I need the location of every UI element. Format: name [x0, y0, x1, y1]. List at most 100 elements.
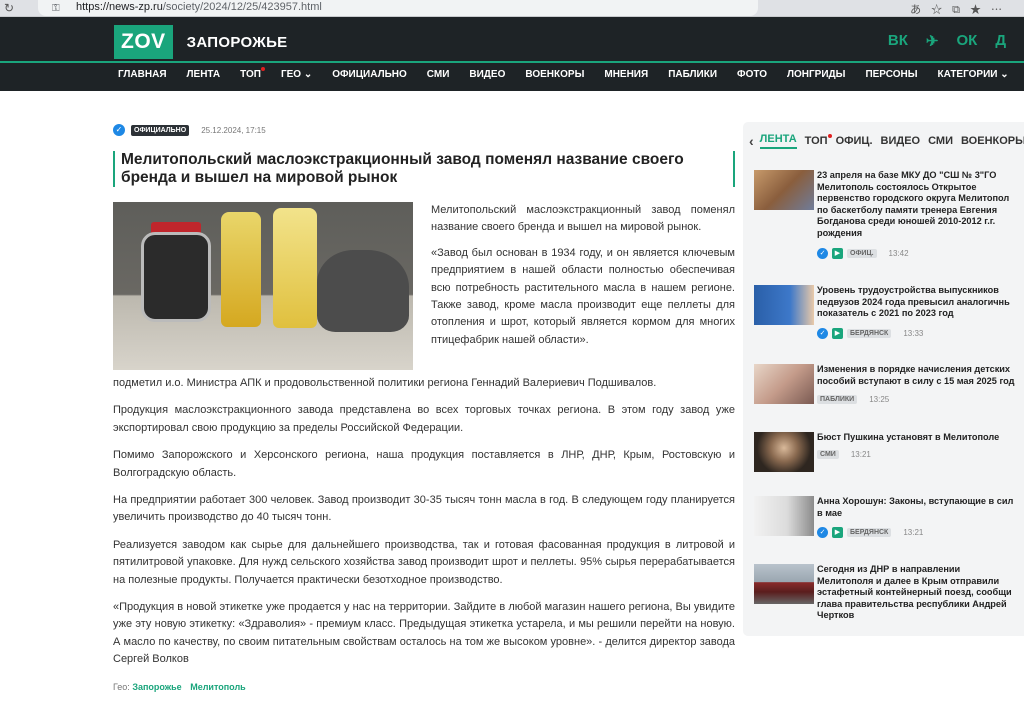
news-title[interactable]: Сегодня из ДНР в направлении Мелитополя и… — [817, 564, 1024, 622]
menu-item-longreads[interactable]: ЛОНГРИДЫ — [787, 69, 845, 80]
news-item[interactable]: Сегодня из ДНР в направлении Мелитополя и… — [754, 564, 1024, 626]
menu-item-media[interactable]: СМИ — [427, 69, 450, 80]
news-thumbnail[interactable] — [754, 170, 814, 210]
geo-label: Гео: — [113, 681, 130, 692]
article-tag[interactable]: ОФИЦИАЛЬНО — [131, 124, 190, 136]
article-lead: Мелитопольский маслоэкстракционный завод… — [113, 202, 735, 370]
span: Уровень трудоустройства выпускников — [817, 285, 999, 295]
news-thumbnail[interactable] — [754, 285, 814, 325]
span: Бюст Пушкина установят в Мелитополе — [817, 432, 1000, 442]
site-logo[interactable]: ZOV ЗАПОРОЖЬЕ — [114, 24, 287, 60]
news-title[interactable]: 23 апреля на базе МКУ ДО "СШ № 3"ГО Мелит… — [817, 170, 1024, 240]
video-icon: ▶ — [832, 248, 843, 259]
video-icon: ▶ — [832, 527, 843, 538]
body-paragraph: Реализуется заводом как сырье для дальне… — [113, 538, 735, 586]
news-tag[interactable]: БЕРДЯНСК — [847, 528, 892, 537]
lock-icon[interactable]: ⚿ — [52, 1, 60, 16]
span: рождения — [817, 227, 863, 238]
news-meta: ПАБЛИКИ 13:25 — [817, 395, 889, 404]
news-thumbnail[interactable] — [754, 432, 814, 472]
url-host: https://news-zp.ru — [76, 1, 163, 13]
news-sidebar: ‹ ЛЕНТА ТОП ОФИЦ. ВИДЕО СМИ ВОЕНКОРЫ 23 … — [743, 122, 1024, 636]
address-bar[interactable]: ⚿ https://news-zp.ru/society/2024/12/25/… — [38, 0, 758, 16]
menu-item-geo[interactable]: ГЕО ⌄ — [281, 69, 312, 80]
lead-paragraph: Мелитопольский маслоэкстракционный завод… — [431, 204, 735, 234]
body-paragraph: На предприятии работает 300 человек. Зав… — [113, 494, 735, 524]
news-item[interactable]: Бюст Пушкина установят в Мелитополе СМИ … — [754, 432, 1024, 477]
geo-link-melitopol[interactable]: Мелитополь — [190, 682, 246, 692]
article-meta: ✓ ОФИЦИАЛЬНО 25.12.2024, 17:15 — [113, 122, 735, 138]
span: Мелитополя и далее в Крым отправили — [817, 575, 1000, 586]
span: эстафетный контейнерный поезд, сообщи — [817, 587, 1012, 598]
chevron-left-icon[interactable]: ‹ — [749, 133, 754, 149]
bag — [317, 250, 409, 332]
menu-item-categories[interactable]: КАТЕГОРИИ ⌄ — [938, 69, 1009, 80]
social-links: ВК ✈ ОК Д — [888, 32, 1006, 50]
body-paragraph: Помимо Запорожского и Херсонского регион… — [113, 449, 735, 479]
lead-text: Мелитопольский маслоэкстракционный завод… — [431, 202, 735, 357]
news-item[interactable]: Изменения в порядке начисления детских по… — [754, 364, 1024, 409]
tab-top[interactable]: ТОП — [805, 134, 832, 147]
menu-item-war-correspondents[interactable]: ВОЕНКОРЫ — [525, 69, 584, 80]
menu-item-official[interactable]: ОФИЦИАЛЬНО — [332, 69, 407, 80]
main-menu: ГЛАВНАЯ ЛЕНТА ТОП ГЕО ⌄ ОФИЦИАЛЬНО СМИ В… — [118, 67, 1024, 80]
span: пособий вступают в силу с 15 мая 2025 го… — [817, 375, 1015, 386]
logo-mark[interactable]: ZOV — [114, 25, 173, 59]
tab-feed[interactable]: ЛЕНТА — [759, 133, 797, 149]
span: в мае — [817, 507, 843, 518]
bottle-1 — [221, 212, 261, 327]
menu-item-main[interactable]: ГЛАВНАЯ — [118, 69, 167, 80]
span: Чертков — [817, 610, 855, 621]
span: глава правительства республики Андрей — [817, 598, 1007, 609]
header-divider — [0, 61, 1024, 63]
browser-toolbar-icons[interactable]: あ☆⧉★⋯ — [910, 1, 1012, 17]
news-item[interactable]: Анна Хорошун: Законы, вступающие в сил в … — [754, 496, 1024, 546]
tab-war-correspondents[interactable]: ВОЕНКОРЫ — [961, 135, 1024, 147]
geo-tags: Гео: Запорожье Мелитополь — [113, 682, 735, 692]
reload-icon[interactable]: ↻ — [4, 1, 14, 15]
span: Изменения в порядке начисления детских — [817, 364, 1011, 374]
news-tag[interactable]: ОФИЦ. — [847, 249, 877, 258]
news-thumbnail[interactable] — [754, 496, 814, 536]
news-title[interactable]: Анна Хорошун: Законы, вступающие в сил в … — [817, 496, 1024, 519]
logo-city[interactable]: ЗАПОРОЖЬЕ — [187, 34, 288, 51]
news-thumbnail[interactable] — [754, 364, 814, 404]
tab-official[interactable]: ОФИЦ. — [836, 135, 873, 147]
news-title[interactable]: Изменения в порядке начисления детских по… — [817, 364, 1024, 387]
vk-icon[interactable]: ВК — [888, 32, 908, 50]
menu-item-top[interactable]: ТОП — [240, 67, 265, 80]
body-paragraph: подметил и.о. Министра АПК и продовольст… — [113, 377, 657, 389]
quote-paragraph: «Завод был основан в 1934 году, и он явл… — [431, 246, 735, 346]
tab-media[interactable]: СМИ — [928, 135, 953, 147]
news-title[interactable]: Бюст Пушкина установят в Мелитополе — [817, 432, 1024, 444]
article: ✓ ОФИЦИАЛЬНО 25.12.2024, 17:15 Мелитопол… — [113, 122, 735, 692]
dzen-icon[interactable]: Д — [995, 32, 1006, 50]
article-photo[interactable] — [113, 202, 413, 370]
url-path: /society/2024/12/25/423957.html — [162, 1, 322, 13]
menu-item-publics[interactable]: ПАБЛИКИ — [668, 69, 717, 80]
news-tag[interactable]: БЕРДЯНСК — [847, 329, 892, 338]
span: Сегодня из ДНР в направлении — [817, 564, 961, 574]
menu-item-feed[interactable]: ЛЕНТА — [187, 69, 221, 80]
news-meta: ✓ ▶ БЕРДЯНСК 13:21 — [817, 527, 923, 538]
site-header: ZOV ЗАПОРОЖЬЕ ВК ✈ ОК Д ГЛАВНАЯ ЛЕНТА ТО… — [0, 17, 1024, 91]
verified-icon: ✓ — [817, 527, 828, 538]
menu-item-photo[interactable]: ФОТО — [737, 69, 767, 80]
geo-link-zaporozhye[interactable]: Запорожье — [132, 682, 181, 692]
ok-icon[interactable]: ОК — [956, 32, 977, 50]
news-item[interactable]: 23 апреля на базе МКУ ДО "СШ № 3"ГО Мелит… — [754, 170, 1024, 270]
tab-video[interactable]: ВИДЕО — [881, 135, 921, 147]
menu-item-persons[interactable]: ПЕРСОНЫ — [865, 69, 917, 80]
telegram-icon[interactable]: ✈ — [926, 32, 939, 50]
sidebar-tabs: ‹ ЛЕНТА ТОП ОФИЦ. ВИДЕО СМИ ВОЕНКОРЫ — [743, 122, 1024, 160]
menu-item-video[interactable]: ВИДЕО — [469, 69, 505, 80]
news-tag[interactable]: СМИ — [817, 450, 839, 459]
menu-item-opinions[interactable]: МНЕНИЯ — [604, 69, 648, 80]
verified-icon: ✓ — [113, 124, 125, 136]
news-title[interactable]: Уровень трудоустройства выпускников педву… — [817, 285, 1024, 320]
span: по баскетболу памяти тренера Евгения — [817, 204, 998, 215]
body-paragraph: Продукция маслоэкстракционного завода пр… — [113, 404, 735, 434]
news-item[interactable]: Уровень трудоустройства выпускников педву… — [754, 285, 1024, 345]
news-thumbnail[interactable] — [754, 564, 814, 604]
news-tag[interactable]: ПАБЛИКИ — [817, 395, 858, 404]
